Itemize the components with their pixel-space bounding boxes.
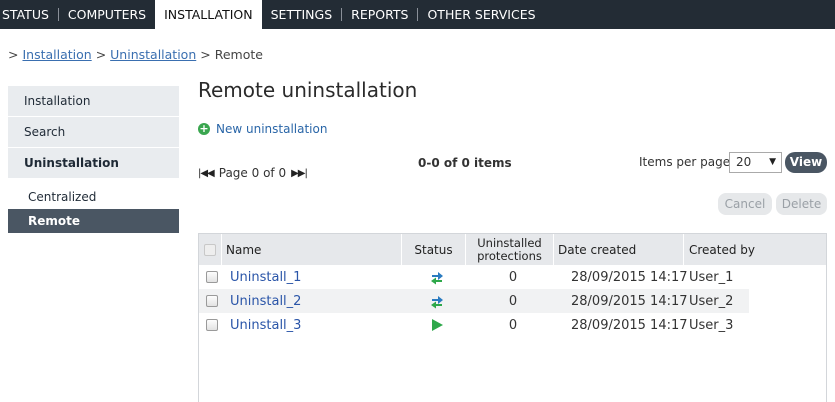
- nav-reports[interactable]: REPORTS: [342, 0, 417, 29]
- row-uninstalled-cell: 0: [508, 293, 518, 309]
- sidebar-item-uninstallation[interactable]: Uninstallation: [8, 148, 179, 179]
- in-progress-arrows-icon: [431, 272, 443, 285]
- row-uninstalled-cell: 0: [508, 317, 518, 333]
- add-circle-icon: +: [198, 122, 210, 135]
- items-count: 0-0 of 0 items: [418, 156, 512, 170]
- page-indicator: Page 0 of 0: [218, 166, 287, 180]
- table-header: Name Status Uninstalled protections Date…: [199, 234, 826, 265]
- row-name-cell: Uninstall_1: [225, 265, 405, 289]
- select-all-cell: [199, 234, 221, 265]
- chevron-down-icon: ▼: [769, 157, 776, 167]
- select-all-checkbox[interactable]: [204, 243, 216, 256]
- breadcrumb-current: Remote: [214, 47, 263, 62]
- breadcrumb-uninstallation-link[interactable]: Uninstallation: [110, 47, 196, 62]
- nav-status[interactable]: STATUS: [0, 0, 58, 29]
- nav-installation[interactable]: INSTALLATION: [155, 0, 262, 29]
- row-name-link[interactable]: Uninstall_3: [230, 318, 301, 333]
- row-status-cell: [405, 265, 469, 289]
- nav-other-services[interactable]: OTHER SERVICES: [418, 0, 544, 29]
- column-header-uninstalled[interactable]: Uninstalled protections: [465, 234, 553, 265]
- table-row[interactable]: Uninstall_2 0 28/09/2015 14:17 User_2: [199, 289, 749, 313]
- uninstallations-table: Name Status Uninstalled protections Date…: [198, 233, 827, 402]
- column-header-status[interactable]: Status: [401, 234, 465, 265]
- column-header-date-created[interactable]: Date created: [553, 234, 683, 265]
- row-status-cell: [405, 313, 469, 337]
- top-navigation: STATUS COMPUTERS INSTALLATION SETTINGS R…: [0, 0, 835, 29]
- sidebar-subitem-centralized[interactable]: Centralized: [8, 185, 179, 209]
- items-per-page-select[interactable]: 20 ▼: [729, 152, 782, 173]
- breadcrumb-separator: >: [95, 47, 107, 62]
- column-header-uninstalled-line1: Uninstalled: [477, 235, 542, 250]
- row-checkbox-cell: [199, 313, 225, 337]
- row-checkbox[interactable]: [206, 295, 218, 307]
- pagination: |◀◀ Page 0 of 0 ▶▶|: [198, 166, 308, 180]
- first-page-icon[interactable]: |◀◀: [198, 168, 215, 179]
- row-date-cell: 28/09/2015 14:17: [571, 317, 688, 333]
- last-page-icon[interactable]: ▶▶|: [291, 168, 308, 179]
- view-button[interactable]: View: [785, 152, 827, 173]
- in-progress-arrows-icon: [431, 296, 443, 309]
- sidebar-subitem-remote[interactable]: Remote: [8, 209, 179, 233]
- nav-settings[interactable]: SETTINGS: [262, 0, 342, 29]
- breadcrumb-separator: >: [8, 47, 19, 62]
- cancel-button[interactable]: Cancel: [718, 193, 772, 215]
- breadcrumb: > Installation > Uninstallation > Remote: [8, 47, 263, 62]
- row-checkbox[interactable]: [206, 319, 218, 331]
- sidebar: Installation Search Uninstallation Centr…: [8, 86, 179, 233]
- breadcrumb-separator: >: [200, 47, 211, 62]
- row-created-by-cell: User_1: [689, 269, 734, 285]
- row-created-by-cell: User_2: [689, 293, 734, 309]
- column-header-uninstalled-line2: protections: [477, 248, 542, 263]
- row-checkbox[interactable]: [206, 271, 218, 283]
- row-uninstalled-cell: 0: [508, 269, 518, 285]
- table-row[interactable]: Uninstall_3 0 28/09/2015 14:17 User_3: [199, 313, 749, 337]
- column-header-name[interactable]: Name: [221, 234, 401, 265]
- play-icon: [432, 319, 443, 331]
- row-checkbox-cell: [199, 265, 225, 289]
- row-date-cell: 28/09/2015 14:17: [571, 293, 688, 309]
- sidebar-item-installation[interactable]: Installation: [8, 86, 179, 117]
- breadcrumb-installation-link[interactable]: Installation: [22, 47, 91, 62]
- items-per-page-label: Items per page: [639, 155, 731, 169]
- table-row[interactable]: Uninstall_1 0 28/09/2015 14:17 User_1: [199, 265, 749, 289]
- column-header-created-by[interactable]: Created by: [683, 234, 826, 265]
- items-per-page-value: 20: [736, 155, 752, 169]
- sidebar-item-search[interactable]: Search: [8, 117, 179, 148]
- nav-computers[interactable]: COMPUTERS: [59, 0, 155, 29]
- delete-button[interactable]: Delete: [776, 193, 827, 215]
- row-date-cell: 28/09/2015 14:17: [571, 269, 688, 285]
- row-name-cell: Uninstall_2: [225, 289, 405, 313]
- row-checkbox-cell: [199, 289, 225, 313]
- row-name-link[interactable]: Uninstall_1: [230, 270, 301, 285]
- row-created-by-cell: User_3: [689, 317, 734, 333]
- new-uninstallation-link[interactable]: + New uninstallation: [198, 122, 327, 136]
- page-title: Remote uninstallation: [198, 78, 418, 102]
- row-status-cell: [405, 289, 469, 313]
- row-name-cell: Uninstall_3: [225, 313, 405, 337]
- new-uninstallation-label: New uninstallation: [216, 122, 328, 136]
- row-name-link[interactable]: Uninstall_2: [230, 294, 301, 309]
